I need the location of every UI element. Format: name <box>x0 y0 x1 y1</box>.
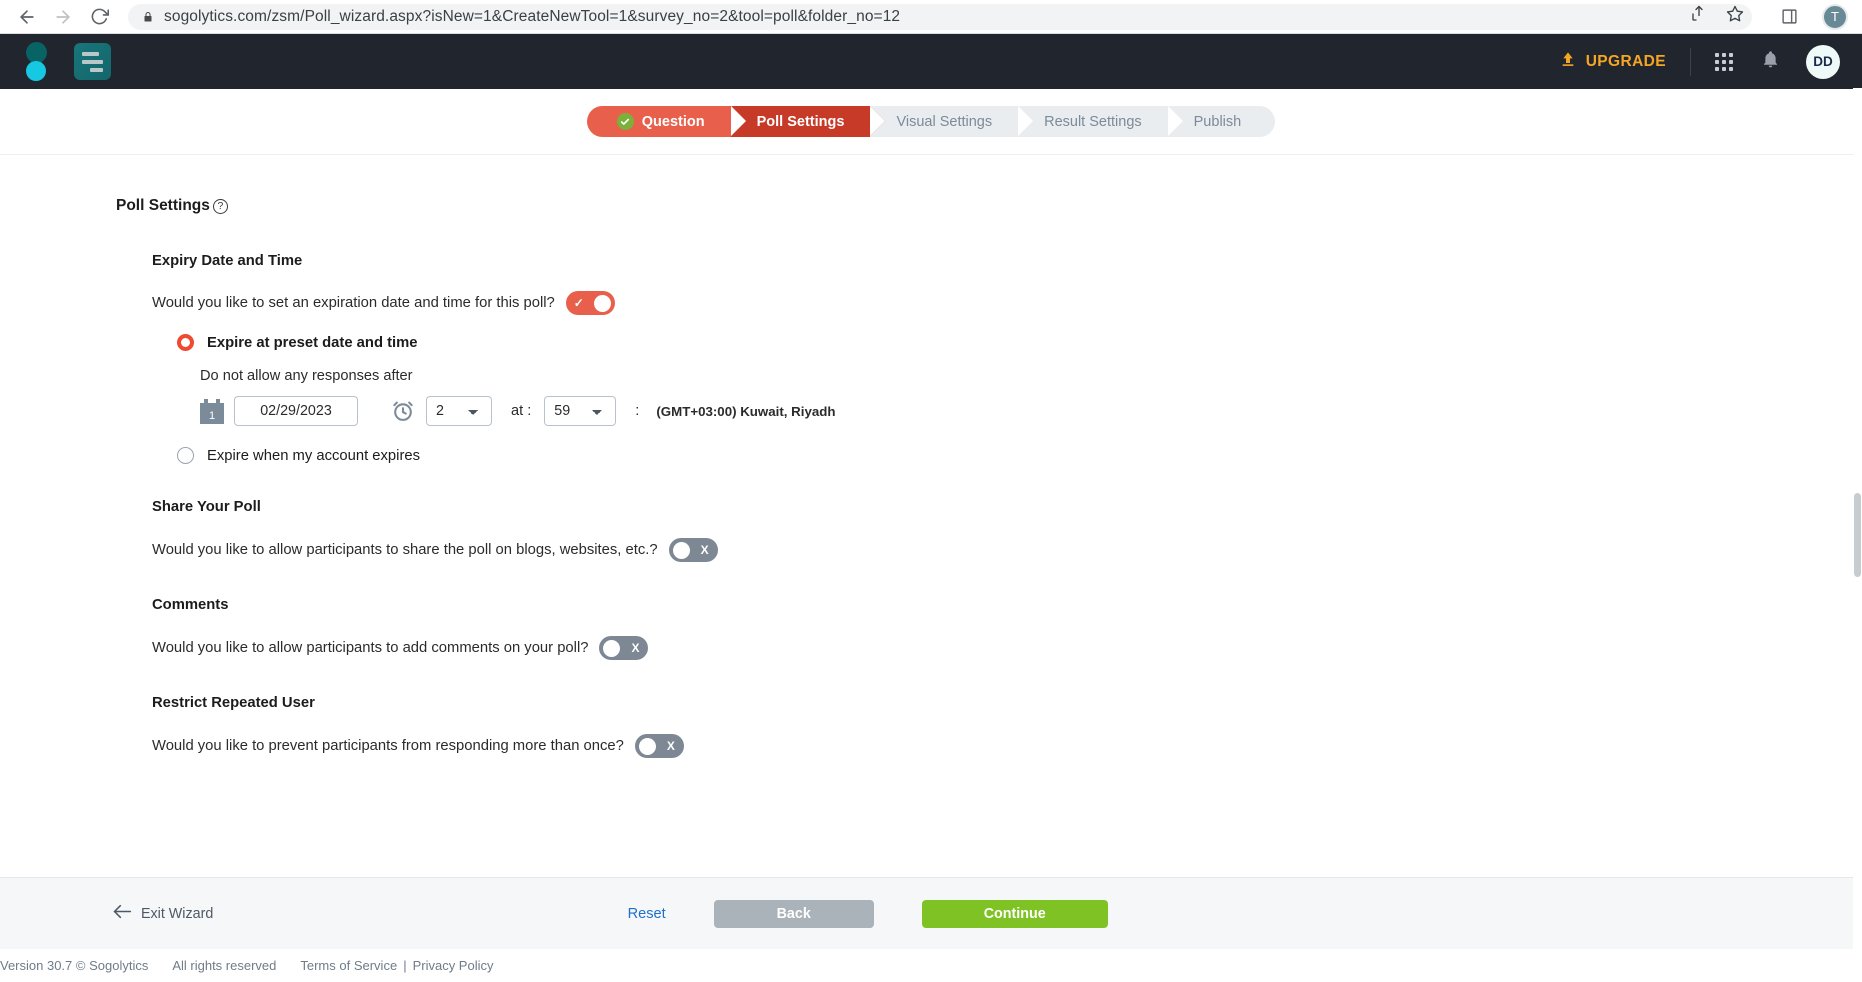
toggle-knob <box>593 294 611 312</box>
expiry-question-row: Would you like to set an expiration date… <box>152 291 1862 315</box>
share-icon[interactable] <box>1690 5 1708 28</box>
section-heading: Expiry Date and Time <box>152 253 303 269</box>
colon-label: : <box>635 403 640 419</box>
radio-expire-account: Expire when my account expires <box>177 447 1862 464</box>
lock-icon <box>142 10 154 24</box>
privacy-policy-link[interactable]: Privacy Policy <box>413 958 494 973</box>
grid-apps-icon[interactable] <box>1715 52 1733 71</box>
wizard-steps: Question Poll Settings Visual Settings R… <box>586 106 1276 137</box>
section-expiry: Expiry Date and Time Would you like to s… <box>152 253 1862 464</box>
link-separator: | <box>403 958 407 973</box>
browser-reload-button[interactable] <box>86 4 112 30</box>
reset-button[interactable]: Reset <box>628 906 666 922</box>
terms-of-service-link[interactable]: Terms of Service <box>300 958 397 973</box>
expiry-sublabel: Do not allow any responses after <box>200 368 413 384</box>
page-title-text: Poll Settings <box>116 197 210 214</box>
share-question-row: Would you like to allow participants to … <box>152 538 1862 562</box>
upload-arrow-icon <box>1560 51 1576 72</box>
bookmark-star-icon[interactable] <box>1726 5 1744 28</box>
wizard-step-label: Result Settings <box>1044 113 1142 130</box>
section-comments: Comments Would you like to allow partici… <box>152 597 1862 660</box>
restrict-question-row: Would you like to prevent participants f… <box>152 734 1862 758</box>
browser-profile-avatar[interactable]: T <box>1822 3 1848 30</box>
section-heading: Share Your Poll <box>152 499 261 515</box>
upgrade-label: UPGRADE <box>1585 52 1666 70</box>
wizard-step-label: Visual Settings <box>896 113 993 130</box>
toggle-knob <box>638 737 656 755</box>
share-question-label: Would you like to allow participants to … <box>152 542 658 558</box>
user-avatar[interactable]: DD <box>1806 44 1840 79</box>
restrict-toggle[interactable]: X <box>634 734 684 758</box>
main-content: Poll Settings ? Expiry Date and Time Wou… <box>0 155 1862 758</box>
check-icon <box>616 113 634 130</box>
poll-tool-icon[interactable] <box>74 43 111 80</box>
expiry-question-label: Would you like to set an expiration date… <box>152 295 555 311</box>
version-label: Version 30.7 © Sogolytics <box>0 958 149 973</box>
wizard-step-label: Poll Settings <box>756 113 845 130</box>
browser-forward-button[interactable] <box>50 4 76 30</box>
wizard-step-label: Publish <box>1193 113 1242 130</box>
comments-toggle[interactable]: X <box>599 636 649 660</box>
browser-back-button[interactable] <box>14 4 40 30</box>
exit-wizard-label: Exit Wizard <box>141 905 214 922</box>
expiry-date-input[interactable] <box>234 396 358 426</box>
toggle-knob <box>672 541 690 559</box>
page-title: Poll Settings ? <box>116 197 1862 215</box>
continue-button[interactable]: Continue <box>921 899 1108 928</box>
comments-question-row: Would you like to allow participants to … <box>152 636 1862 660</box>
sogolytics-logo[interactable] <box>18 37 52 82</box>
wizard-footer: Exit Wizard Reset Back Continue <box>0 877 1862 949</box>
wizard-step-visual-settings[interactable]: Visual Settings <box>870 106 1033 137</box>
address-bar[interactable]: sogolytics.com/zsm/Poll_wizard.aspx?isNe… <box>128 3 1752 30</box>
radio-expire-preset: Expire at preset date and time <box>177 334 1862 351</box>
section-restrict: Restrict Repeated User Would you like to… <box>152 695 1862 758</box>
browser-toolbar: sogolytics.com/zsm/Poll_wizard.aspx?isNe… <box>0 0 1862 33</box>
notification-bell-icon[interactable] <box>1761 49 1780 75</box>
upgrade-button[interactable]: UPGRADE <box>1560 51 1666 72</box>
section-share: Share Your Poll Would you like to allow … <box>152 499 1862 562</box>
radio-label: Expire at preset date and time <box>207 334 418 351</box>
section-heading: Comments <box>152 597 229 613</box>
radio-label: Expire when my account expires <box>207 447 421 464</box>
wizard-step-question[interactable]: Question <box>586 106 746 137</box>
app-navbar: UPGRADE DD <box>0 34 1862 89</box>
calendar-day-number: 1 <box>200 408 224 424</box>
help-icon[interactable]: ? <box>212 198 228 214</box>
toggle-x-glyph: X <box>631 641 640 655</box>
expiry-toggle[interactable]: ✓ <box>565 291 615 315</box>
page-scrollbar[interactable] <box>1853 88 1862 982</box>
status-bar: Version 30.7 © Sogolytics All rights res… <box>0 949 1862 982</box>
navbar-divider <box>1690 47 1691 76</box>
radio-button[interactable] <box>177 447 194 464</box>
expiry-datetime-row: 1 123456789101112 at : 0015304559 : (GMT… <box>200 396 1862 426</box>
wizard-step-label: Question <box>641 113 705 130</box>
exit-wizard-button[interactable]: Exit Wizard <box>112 904 213 923</box>
restrict-question-label: Would you like to prevent participants f… <box>152 738 624 754</box>
wizard-step-publish[interactable]: Publish <box>1167 106 1276 137</box>
toggle-check-glyph: ✓ <box>573 296 584 310</box>
arrow-left-icon <box>112 904 132 923</box>
expiry-hour-select[interactable]: 123456789101112 <box>426 396 492 426</box>
share-toggle[interactable]: X <box>668 538 718 562</box>
rights-label: All rights reserved <box>172 958 277 973</box>
calendar-icon[interactable]: 1 <box>200 398 224 424</box>
alarm-clock-icon[interactable] <box>390 398 416 424</box>
wizard-steps-bar: Question Poll Settings Visual Settings R… <box>0 89 1862 155</box>
expiry-minute-select[interactable]: 0015304559 <box>544 396 617 426</box>
radio-button[interactable] <box>177 334 194 351</box>
scrollbar-thumb[interactable] <box>1854 493 1861 577</box>
timezone-label: (GMT+03:00) Kuwait, Riyadh <box>656 403 836 419</box>
toggle-x-glyph: X <box>700 543 709 557</box>
side-panel-icon[interactable] <box>1776 4 1802 30</box>
back-button[interactable]: Back <box>713 899 874 928</box>
toggle-x-glyph: X <box>666 739 675 753</box>
wizard-step-result-settings[interactable]: Result Settings <box>1018 106 1183 137</box>
section-heading: Restrict Repeated User <box>152 695 315 711</box>
wizard-step-poll-settings[interactable]: Poll Settings <box>730 106 886 137</box>
toggle-knob <box>603 639 621 657</box>
url-text: sogolytics.com/zsm/Poll_wizard.aspx?isNe… <box>164 7 901 25</box>
comments-question-label: Would you like to allow participants to … <box>152 640 589 656</box>
at-label: at : <box>511 403 532 419</box>
